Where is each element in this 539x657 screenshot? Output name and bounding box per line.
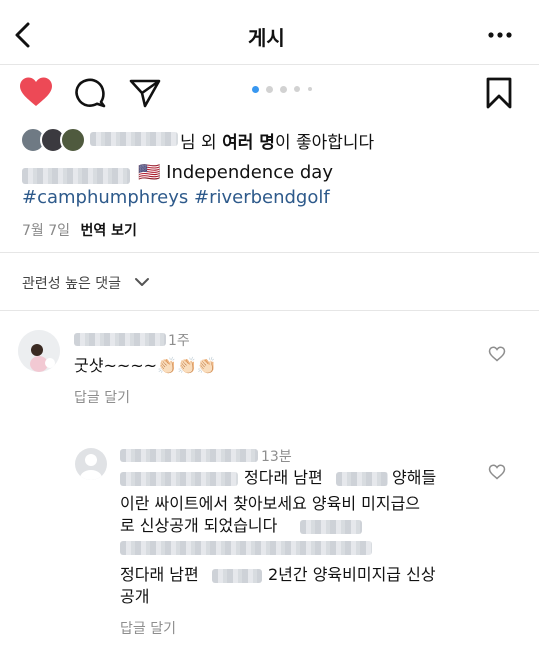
comment-avatar[interactable] xyxy=(18,330,60,372)
comment-line-1-end: 양해들 xyxy=(392,468,437,487)
blurred-username xyxy=(22,168,130,184)
us-flag-emoji: 🇺🇸 xyxy=(138,162,161,183)
save-button[interactable] xyxy=(485,76,513,114)
carousel-dot xyxy=(294,86,300,92)
comment-button[interactable] xyxy=(74,77,108,113)
more-horizontal-icon xyxy=(488,32,512,38)
profile-photo xyxy=(18,330,60,372)
post-date: 7월 7일 xyxy=(22,223,71,239)
default-avatar-icon xyxy=(80,454,102,480)
comment-time: 13분 xyxy=(261,449,292,465)
chevron-left-icon xyxy=(15,22,30,48)
post-meta: 7월 7일 번역 보기 xyxy=(22,220,137,240)
blurred-text xyxy=(300,520,362,534)
translate-link[interactable]: 번역 보기 xyxy=(80,223,136,239)
comment-body: 굿샷~~~~ xyxy=(74,356,158,375)
blurred-username xyxy=(74,333,166,346)
page-title: 게시 xyxy=(248,26,285,50)
carousel-dot-active xyxy=(252,86,259,93)
heart-filled-icon xyxy=(20,77,52,106)
blurred-name xyxy=(212,569,262,583)
comment-line-5-end: 2년간 양육비미지급 신상 xyxy=(268,565,436,584)
reply-button[interactable]: 답글 달기 xyxy=(74,387,130,407)
comment-text: 정다래 남편 xyxy=(244,468,323,487)
comment-sort-dropdown[interactable]: 관련성 높은 댓글 xyxy=(22,273,150,293)
blurred-text xyxy=(120,541,372,555)
likes-text-end: 이 좋아합니다 xyxy=(274,133,375,153)
likes-text-bold: 여러 명 xyxy=(222,133,275,153)
comment-line-6: 공개 xyxy=(120,587,150,606)
comment-like-button[interactable] xyxy=(488,464,506,484)
header-divider xyxy=(0,64,539,65)
heart-outline-icon xyxy=(488,464,506,480)
liker-avatar[interactable] xyxy=(60,127,86,153)
share-button[interactable] xyxy=(128,77,162,113)
section-divider xyxy=(0,252,539,253)
more-options-button[interactable] xyxy=(487,25,515,45)
comment-text: 정다래 남편 xyxy=(120,565,199,584)
comment-time: 1주 xyxy=(168,333,190,349)
reply-avatar[interactable] xyxy=(75,448,107,480)
blurred-name xyxy=(336,472,388,486)
carousel-dot xyxy=(266,86,273,93)
section-divider xyxy=(0,310,539,311)
carousel-dot xyxy=(308,87,312,91)
comment-bubble-icon xyxy=(75,78,106,108)
bookmark-icon xyxy=(486,77,512,109)
carousel-dot xyxy=(280,86,287,93)
reply-button[interactable]: 답글 달기 xyxy=(120,618,176,638)
likes-summary[interactable]: 님 외 여러 명이 좋아합니다 xyxy=(180,128,374,153)
comment-line-3: 로 신상공개 되었습니다 xyxy=(120,516,278,535)
hashtags[interactable]: #camphumphreys #riverbendgolf xyxy=(22,187,330,208)
comment-text: 굿샷~~~~👏🏻👏🏻👏🏻 xyxy=(74,353,217,379)
blurred-username xyxy=(120,449,258,462)
caption-text: Independence day xyxy=(166,162,333,183)
send-icon xyxy=(129,79,161,108)
caption: 🇺🇸 Independence day xyxy=(138,162,333,183)
back-button[interactable] xyxy=(10,20,36,50)
comment-like-button[interactable] xyxy=(488,346,506,366)
chevron-down-icon xyxy=(134,278,149,286)
clap-emoji: 👏🏻👏🏻👏🏻 xyxy=(157,356,217,375)
comment-line-1: 정다래 남편 xyxy=(244,465,323,491)
blurred-username xyxy=(90,132,178,146)
sort-label: 관련성 높은 댓글 xyxy=(22,276,122,292)
blurred-mention xyxy=(120,472,238,486)
like-button[interactable] xyxy=(18,76,54,112)
heart-outline-icon xyxy=(488,346,506,362)
likes-text: 님 외 xyxy=(180,133,217,153)
